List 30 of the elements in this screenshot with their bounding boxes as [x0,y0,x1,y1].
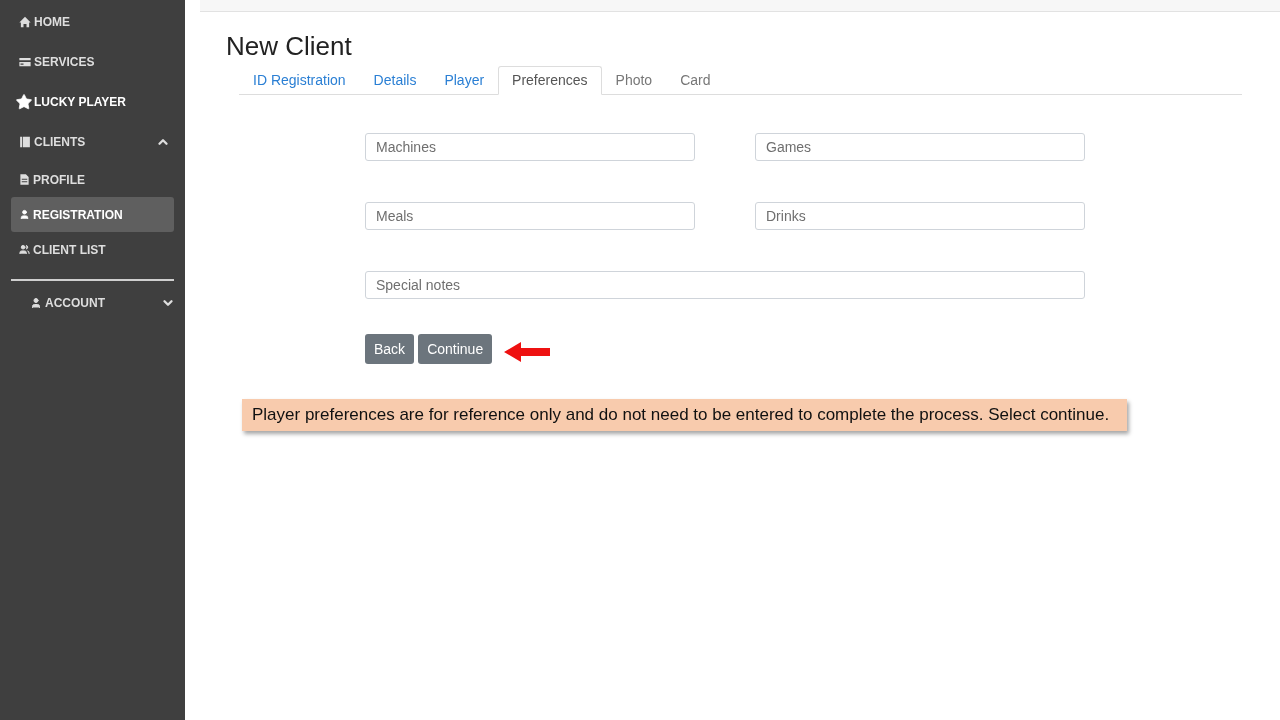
note: Player preferences are for reference only and do not need to be entered to complete the process. Select continue. [242,399,1127,431]
back-button[interactable]: Back [365,334,415,364]
continue-button[interactable]: Continue [418,334,493,364]
user-icon [30,297,42,309]
sidebar-item[interactable]: LUCKY PLAYER [0,82,185,122]
arrow-left-icon [504,342,551,362]
sidebar-item[interactable]: CLIENT LIST [11,232,174,267]
input-field[interactable]: Drinks [755,202,1085,230]
sidebar-item[interactable]: PROFILE [11,162,174,197]
tab[interactable]: Preferences [498,66,602,95]
home-icon [19,16,31,28]
users-icon [19,244,30,255]
tab[interactable]: ID Registration [239,66,360,95]
book-icon [19,136,31,148]
sidebar-item[interactable]: REGISTRATION [11,197,174,232]
card-icon [19,56,31,68]
sidebar-item[interactable]: CLIENTS [0,122,185,162]
input-field[interactable]: Special notes [365,271,1085,299]
page-title: New Client [226,31,352,61]
tab[interactable]: Details [359,66,431,95]
input-field[interactable]: Games [755,133,1085,161]
sidebar-item[interactable]: SERVICES [0,42,185,82]
input-field[interactable]: Machines [365,133,695,161]
star-icon [15,93,33,111]
tab[interactable]: Player [430,66,499,95]
sidebar-item[interactable]: ACCOUNT [0,281,185,325]
input-field[interactable]: Meals [365,202,695,230]
sidebar-item[interactable]: HOME [0,2,185,42]
document-icon [19,174,30,185]
user-icon [19,209,30,220]
